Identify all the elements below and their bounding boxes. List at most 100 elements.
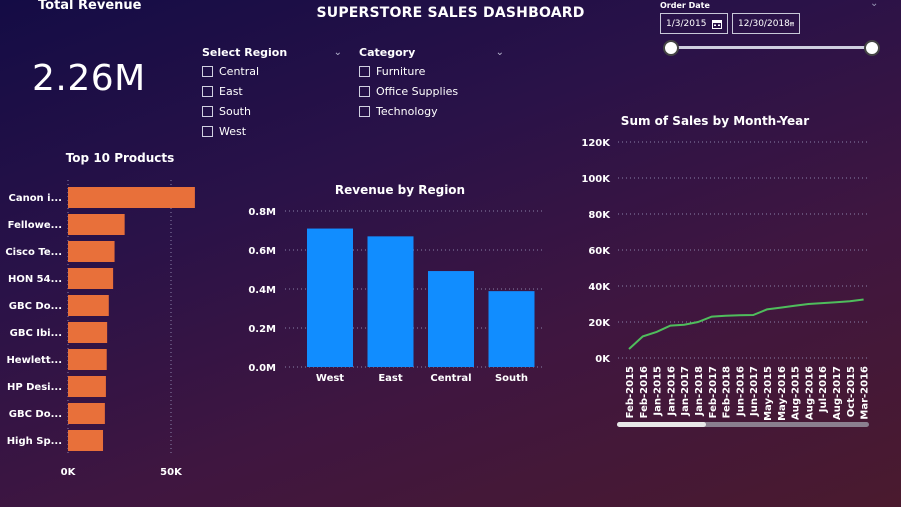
date-range-end-handle[interactable] <box>864 40 880 56</box>
x-tick-label: May-2015 <box>763 366 774 420</box>
x-tick-label: Jul-2016 <box>818 366 829 413</box>
sales-by-month-title: Sum of Sales by Month-Year <box>620 114 810 128</box>
category-option-label: Office Supplies <box>376 84 459 98</box>
start-date-input[interactable]: 1/3/2015 <box>660 13 728 34</box>
chevron-down-icon[interactable]: ⌄ <box>334 47 342 58</box>
region-option-label: West <box>219 124 247 138</box>
category-slicer-title: Category <box>359 45 416 59</box>
product-bar[interactable] <box>68 214 125 235</box>
y-tick-label: 80K <box>588 210 611 221</box>
region-option[interactable]: Central <box>202 61 342 81</box>
revenue-by-region-title: Revenue by Region <box>334 183 466 197</box>
product-label: GBC Do... <box>9 409 62 420</box>
region-slicer-title: Select Region <box>202 45 288 59</box>
category-option[interactable]: Technology <box>359 101 504 121</box>
x-tick-label: 50K <box>160 467 183 478</box>
y-tick-label: 0.4M <box>248 285 276 296</box>
product-label: Canon i... <box>8 193 62 204</box>
product-bar[interactable] <box>68 403 105 424</box>
product-bar[interactable] <box>68 322 108 343</box>
product-label: GBC Ibi... <box>10 328 62 339</box>
end-date-input[interactable]: 12/30/2018 <box>732 13 800 34</box>
total-revenue-label: Total Revenue <box>38 0 142 13</box>
calendar-icon[interactable] <box>712 19 722 29</box>
product-bar[interactable] <box>68 268 114 289</box>
x-tick-label: Jan-2016 <box>666 366 677 417</box>
chevron-down-icon[interactable]: ⌄ <box>496 47 504 58</box>
top-products-chart: 0K 50K Canon i... Fellowe... Cisco Te... HON … <box>5 180 195 478</box>
calendar-icon[interactable] <box>789 19 794 29</box>
product-label: HP Desi... <box>7 382 62 393</box>
checkbox[interactable] <box>359 85 370 97</box>
chart-scrollbar-thumb[interactable] <box>617 422 706 427</box>
category-slicer: Category ⌄ Furniture Office Supplies Techn… <box>359 45 504 121</box>
y-tick-label: 60K <box>588 246 611 257</box>
x-tick-label: Aug-2016 <box>804 366 815 420</box>
y-tick-label: 0.2M <box>248 324 276 335</box>
category-option[interactable]: Furniture <box>359 61 504 81</box>
date-range-slider-track[interactable] <box>672 46 872 49</box>
y-tick-label: 0.6M <box>248 246 276 257</box>
total-revenue-value: 2.26M <box>32 58 146 99</box>
order-date-label: Order Date <box>660 1 710 10</box>
product-label: Hewlett... <box>6 355 62 366</box>
region-option[interactable]: West <box>202 121 342 141</box>
product-bar[interactable] <box>68 349 107 370</box>
y-tick-label: 0.8M <box>248 207 276 218</box>
product-label: Fellowe... <box>8 220 62 231</box>
revenue-by-region-chart: 0.0M 0.2M 0.4M 0.6M 0.8M West East Central South <box>248 207 545 384</box>
chevron-down-icon[interactable]: ⌄ <box>870 0 878 9</box>
date-range-start-handle[interactable] <box>663 40 679 56</box>
region-bar[interactable] <box>488 291 535 367</box>
region-option-label: Central <box>219 64 260 78</box>
region-label: East <box>378 373 403 384</box>
product-label: HON 54... <box>8 274 62 285</box>
product-bar[interactable] <box>68 241 115 262</box>
x-tick-label: Feb-2017 <box>708 366 719 418</box>
x-tick-label: Jun-2017 <box>749 366 760 417</box>
product-bar[interactable] <box>68 376 106 397</box>
y-tick-label: 120K <box>581 138 611 149</box>
category-option-label: Furniture <box>376 64 426 78</box>
category-option[interactable]: Office Supplies <box>359 81 504 101</box>
region-bar[interactable] <box>307 228 353 367</box>
product-bar[interactable] <box>68 430 104 451</box>
sales-by-month-chart: 0K20K40K60K80K100K120KFeb-2015 Feb-2016 Ja… <box>581 138 870 420</box>
product-label: High Sp... <box>7 436 62 447</box>
region-option-label: East <box>219 84 243 98</box>
product-bar[interactable] <box>68 187 195 208</box>
region-option[interactable]: South <box>202 101 342 121</box>
checkbox[interactable] <box>359 105 370 117</box>
x-tick-label: Jan-2017 <box>680 366 691 417</box>
product-bar[interactable] <box>68 295 109 316</box>
checkbox[interactable] <box>359 65 370 77</box>
x-tick-label: Aug-2017 <box>832 366 843 420</box>
x-tick-label: Feb-2015 <box>625 366 636 418</box>
region-label: Central <box>430 373 471 384</box>
y-tick-label: 40K <box>588 282 611 293</box>
top-products-title: Top 10 Products <box>65 151 175 165</box>
checkbox[interactable] <box>202 105 213 117</box>
x-tick-label: Oct-2015 <box>846 366 857 417</box>
x-tick-label: Jun-2016 <box>735 366 746 417</box>
region-slicer: Select Region ⌄ Central East South West <box>202 45 342 141</box>
region-bar[interactable] <box>367 236 414 367</box>
checkbox[interactable] <box>202 125 213 137</box>
y-tick-label: 0K <box>595 354 611 365</box>
checkbox[interactable] <box>202 65 213 77</box>
region-bar[interactable] <box>428 271 474 367</box>
checkbox[interactable] <box>202 85 213 97</box>
region-label: West <box>316 373 344 384</box>
region-option-label: South <box>219 104 251 118</box>
x-tick-label: Feb-2018 <box>722 366 733 418</box>
x-tick-label: Jan-2015 <box>653 366 664 417</box>
y-tick-label: 100K <box>581 174 611 185</box>
sales-line[interactable] <box>628 298 864 350</box>
x-tick-label: Aug-2015 <box>791 366 802 420</box>
region-option[interactable]: East <box>202 81 342 101</box>
x-tick-label: 0K <box>61 467 77 478</box>
end-date-value: 12/30/2018 <box>738 18 790 29</box>
x-tick-label: Jan-2018 <box>694 366 705 417</box>
y-tick-label: 0.0M <box>248 363 276 374</box>
start-date-value: 1/3/2015 <box>666 18 707 29</box>
